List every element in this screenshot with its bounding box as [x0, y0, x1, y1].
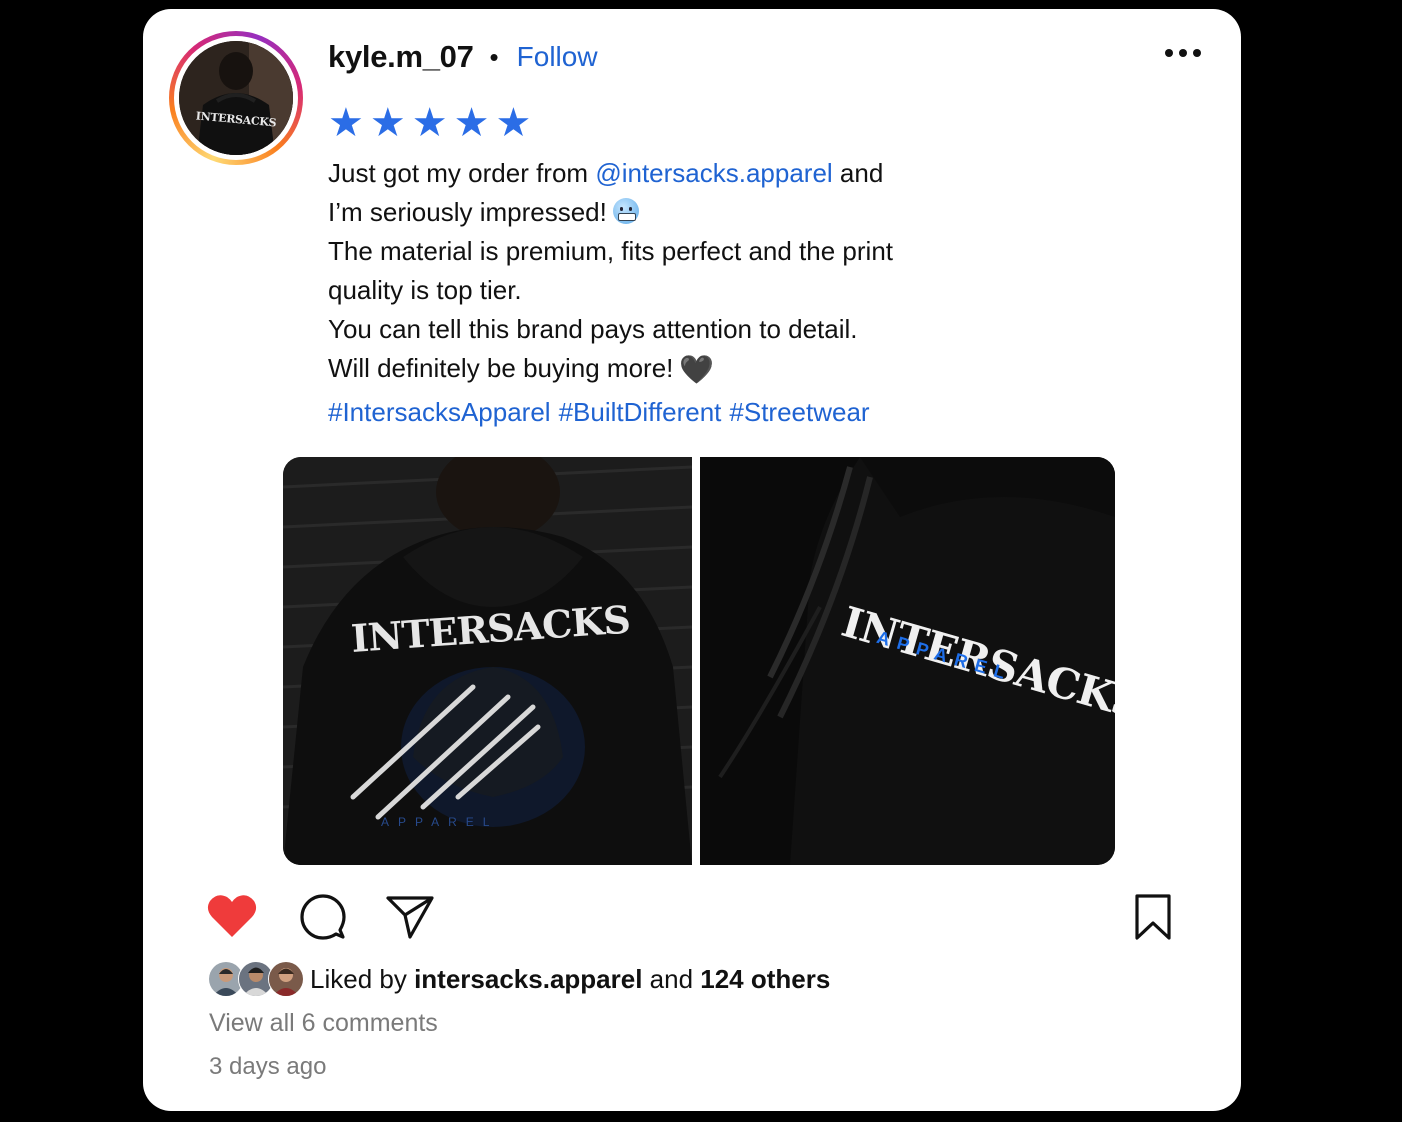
post-image-chest[interactable]: INTERSACKS APPAREL	[700, 457, 1115, 865]
star-icon: ★	[328, 101, 364, 145]
caption-line: quality is top tier.	[328, 275, 522, 305]
likes-prefix: Liked by	[310, 963, 415, 994]
action-bar	[207, 893, 1177, 943]
post-image-back[interactable]: INTERSACKS APPAREL	[283, 457, 692, 865]
caption-text: and	[832, 158, 884, 188]
hashtag-link[interactable]: #IntersacksApparel	[328, 397, 551, 427]
more-options-button[interactable]	[1161, 45, 1205, 61]
share-button[interactable]	[385, 893, 435, 941]
view-comments-link[interactable]: View all 6 comments	[209, 1009, 438, 1038]
liker-avatars	[208, 961, 304, 997]
bookmark-icon	[1135, 894, 1171, 940]
caption-line: Will definitely be buying more! 🖤	[328, 349, 1008, 389]
caption-line: You can tell this brand pays attention t…	[328, 314, 858, 344]
caption-text: Just got my order from	[328, 158, 596, 188]
share-icon	[386, 896, 434, 939]
like-button[interactable]	[207, 893, 257, 939]
caption-line: Just got my order from @intersacks.appar…	[328, 154, 1008, 193]
post-card: INTERSACKS kyle.m_07 • Follow ★ ★ ★ ★ ★ …	[143, 9, 1241, 1111]
avatar[interactable]: INTERSACKS	[179, 41, 293, 155]
star-icon: ★	[453, 101, 490, 145]
post-header: kyle.m_07 • Follow	[328, 37, 598, 77]
bookmark-button[interactable]	[1133, 893, 1173, 941]
username[interactable]: kyle.m_07	[328, 39, 474, 75]
caption-text: I’m seriously impressed!	[328, 197, 607, 227]
likes-others-link[interactable]: 124 others	[700, 964, 830, 994]
black-heart-emoji-icon: 🖤	[679, 353, 715, 386]
avatar[interactable]	[268, 961, 304, 997]
star-icon: ★	[369, 101, 406, 145]
star-rating: ★ ★ ★ ★ ★	[328, 103, 531, 143]
hashtags: #IntersacksApparel #BuiltDifferent #Street…	[328, 397, 878, 428]
more-icon-dot	[1179, 49, 1187, 57]
avatar-border: INTERSACKS	[174, 36, 298, 160]
post-timestamp: 3 days ago	[209, 1053, 327, 1080]
separator-dot: •	[489, 41, 499, 72]
star-icon: ★	[495, 101, 532, 145]
mention-link[interactable]: @intersacks.apparel	[595, 158, 832, 188]
likes-text: Liked by intersacks.apparel and 124 othe…	[310, 964, 830, 995]
more-icon	[1165, 49, 1173, 57]
hashtag-link[interactable]: #Streetwear	[729, 397, 869, 427]
hoodie-back-photo	[283, 457, 692, 865]
heart-icon	[207, 895, 257, 937]
cold-face-emoji-icon	[612, 198, 639, 224]
follow-button[interactable]: Follow	[517, 41, 598, 73]
post-caption: Just got my order from @intersacks.appar…	[328, 154, 1008, 389]
likes-middle: and	[642, 963, 701, 994]
hoodie-print-sub: APPAREL	[381, 815, 499, 829]
caption-line: I’m seriously impressed!	[328, 193, 1008, 232]
comment-button[interactable]	[299, 893, 347, 941]
caption-text: Will definitely be buying more!	[328, 353, 674, 383]
liker-avatar-image	[269, 962, 303, 996]
comment-icon	[300, 894, 346, 940]
more-icon-dot	[1193, 49, 1201, 57]
hashtag-link[interactable]: #BuiltDifferent	[559, 397, 722, 427]
liker-username-link[interactable]: intersacks.apparel	[414, 964, 642, 994]
story-ring[interactable]: INTERSACKS	[169, 31, 303, 165]
likes-summary: Liked by intersacks.apparel and 124 othe…	[208, 961, 830, 997]
star-icon: ★	[411, 101, 448, 145]
caption-line: The material is premium, fits perfect an…	[328, 236, 894, 266]
avatar-image	[179, 41, 293, 155]
